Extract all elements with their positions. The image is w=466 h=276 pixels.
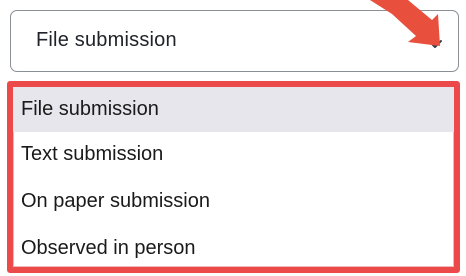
- option-label: Text submission: [21, 143, 164, 165]
- option-label: On paper submission: [21, 190, 210, 212]
- submission-type-dropdown-screenshot: File submission File submission Text sub…: [0, 0, 466, 276]
- option-text-submission[interactable]: Text submission: [13, 132, 454, 177]
- annotation-arrow-icon: [370, 0, 440, 46]
- option-label: File submission: [21, 98, 159, 120]
- option-label: Observed in person: [21, 237, 196, 259]
- option-file-submission[interactable]: File submission: [13, 87, 454, 132]
- option-on-paper-submission[interactable]: On paper submission: [13, 179, 454, 224]
- select-current-value: File submission: [36, 29, 177, 51]
- option-observed-in-person[interactable]: Observed in person: [13, 226, 454, 271]
- submission-type-options-list: File submission Text submission On paper…: [7, 81, 460, 273]
